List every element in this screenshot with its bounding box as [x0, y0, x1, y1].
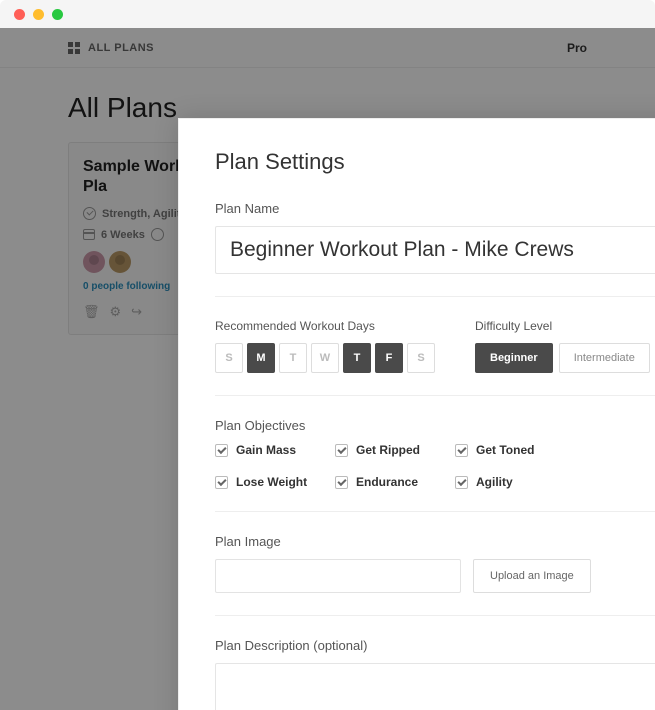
- difficulty-beginner[interactable]: Beginner: [475, 343, 553, 373]
- difficulty-group: Difficulty Level BeginnerIntermediateAdv…: [475, 319, 655, 373]
- objective-label: Agility: [476, 475, 513, 489]
- objective-label: Lose Weight: [236, 475, 307, 489]
- upload-image-button[interactable]: Upload an Image: [473, 559, 591, 593]
- days-difficulty-section: Recommended Workout Days SMTWTFS Difficu…: [215, 319, 655, 396]
- objective-agility[interactable]: Agility: [455, 475, 575, 489]
- day-toggle-fri[interactable]: F: [375, 343, 403, 373]
- day-toggle-sat[interactable]: S: [407, 343, 435, 373]
- checkbox-icon: [215, 476, 228, 489]
- plan-description-input[interactable]: [215, 663, 655, 710]
- app-root: ALL PLANS Pro All Plans Sample Workout P…: [0, 28, 655, 710]
- days-group: Recommended Workout Days SMTWTFS: [215, 319, 435, 373]
- difficulty-label: Difficulty Level: [475, 319, 655, 333]
- objective-gain-mass[interactable]: Gain Mass: [215, 443, 335, 457]
- objective-get-ripped[interactable]: Get Ripped: [335, 443, 455, 457]
- day-toggle-mon[interactable]: M: [247, 343, 275, 373]
- objective-get-toned[interactable]: Get Toned: [455, 443, 575, 457]
- objective-endurance[interactable]: Endurance: [335, 475, 455, 489]
- window-frame: ALL PLANS Pro All Plans Sample Workout P…: [0, 0, 655, 710]
- objective-label: Get Ripped: [356, 443, 420, 457]
- objectives-section: Plan Objectives Gain Mass Get Ripped Get T…: [215, 418, 655, 512]
- plan-settings-modal: Plan Settings Plan Name Recommended Work…: [178, 118, 655, 710]
- objective-label: Get Toned: [476, 443, 534, 457]
- plan-name-label: Plan Name: [215, 201, 655, 216]
- day-toggle-wed[interactable]: W: [311, 343, 339, 373]
- checkbox-icon: [455, 476, 468, 489]
- day-toggle-sun[interactable]: S: [215, 343, 243, 373]
- plan-name-input[interactable]: [215, 226, 655, 274]
- plan-name-section: Plan Name: [215, 201, 655, 297]
- maximize-icon[interactable]: [52, 9, 63, 20]
- plan-image-section: Plan Image Upload an Image: [215, 534, 655, 616]
- checkbox-icon: [335, 444, 348, 457]
- close-icon[interactable]: [14, 9, 25, 20]
- difficulty-intermediate[interactable]: Intermediate: [559, 343, 650, 373]
- titlebar: [0, 0, 655, 28]
- checkbox-icon: [215, 444, 228, 457]
- checkbox-icon: [335, 476, 348, 489]
- days-label: Recommended Workout Days: [215, 319, 435, 333]
- objectives-label: Plan Objectives: [215, 418, 655, 433]
- objective-lose-weight[interactable]: Lose Weight: [215, 475, 335, 489]
- plan-description-section: Plan Description (optional): [215, 638, 655, 710]
- objective-label: Endurance: [356, 475, 418, 489]
- plan-image-label: Plan Image: [215, 534, 655, 549]
- modal-title: Plan Settings: [215, 149, 655, 175]
- plan-image-preview: [215, 559, 461, 593]
- minimize-icon[interactable]: [33, 9, 44, 20]
- checkbox-icon: [455, 444, 468, 457]
- day-toggle-tue[interactable]: T: [279, 343, 307, 373]
- objective-label: Gain Mass: [236, 443, 296, 457]
- plan-description-label: Plan Description (optional): [215, 638, 655, 653]
- day-toggle-thu[interactable]: T: [343, 343, 371, 373]
